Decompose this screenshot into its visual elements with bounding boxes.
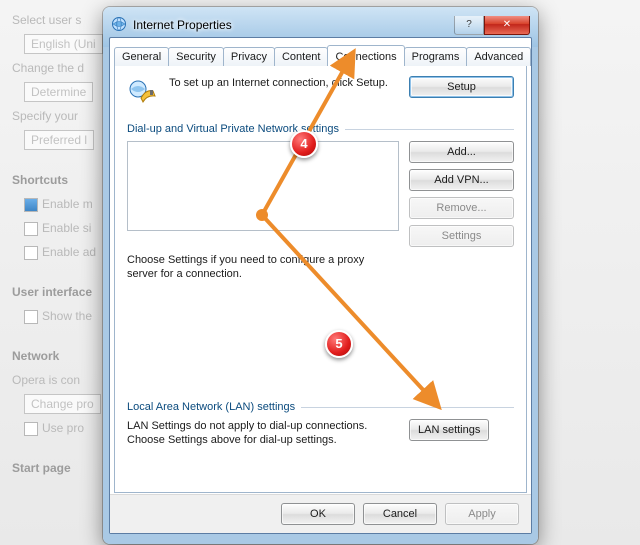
dialog-title: Internet Properties [133, 18, 454, 32]
dialup-vpn-group: Dial-up and Virtual Private Network sett… [127, 123, 514, 281]
apply-button: Apply [445, 503, 519, 525]
dialup-vpn-label: Dial-up and Virtual Private Network sett… [127, 123, 339, 135]
lan-settings-label: Local Area Network (LAN) settings [127, 401, 295, 413]
titlebar[interactable]: Internet Properties ? ✕ [109, 13, 532, 37]
connections-listbox[interactable] [127, 141, 399, 231]
connections-panel: To set up an Internet connection, click … [114, 66, 527, 493]
ok-button[interactable]: OK [281, 503, 355, 525]
proxy-hint-text: Choose Settings if you need to configure… [127, 253, 397, 281]
tab-content[interactable]: Content [274, 47, 329, 66]
settings-button: Settings [409, 225, 514, 247]
internet-options-icon [111, 16, 127, 35]
internet-properties-dialog: Internet Properties ? ✕ General Security… [103, 7, 538, 544]
add-vpn-button[interactable]: Add VPN... [409, 169, 514, 191]
lan-settings-group: Local Area Network (LAN) settings LAN Se… [127, 401, 514, 447]
setup-text: To set up an Internet connection, click … [169, 76, 399, 90]
tab-security[interactable]: Security [168, 47, 224, 66]
help-button[interactable]: ? [454, 16, 484, 35]
remove-button: Remove... [409, 197, 514, 219]
add-button[interactable]: Add... [409, 141, 514, 163]
tab-programs[interactable]: Programs [404, 47, 468, 66]
tab-advanced[interactable]: Advanced [466, 47, 531, 66]
tab-privacy[interactable]: Privacy [223, 47, 275, 66]
dialog-button-bar: OK Cancel Apply [110, 494, 531, 533]
tab-connections[interactable]: Connections [327, 45, 404, 66]
cancel-button[interactable]: Cancel [363, 503, 437, 525]
close-button[interactable]: ✕ [484, 16, 530, 35]
connect-icon [127, 76, 159, 111]
lan-text: LAN Settings do not apply to dial-up con… [127, 419, 397, 447]
setup-button[interactable]: Setup [409, 76, 514, 98]
lan-settings-button[interactable]: LAN settings [409, 419, 489, 441]
tab-general[interactable]: General [114, 47, 169, 66]
tab-strip: General Security Privacy Content Connect… [110, 38, 531, 66]
